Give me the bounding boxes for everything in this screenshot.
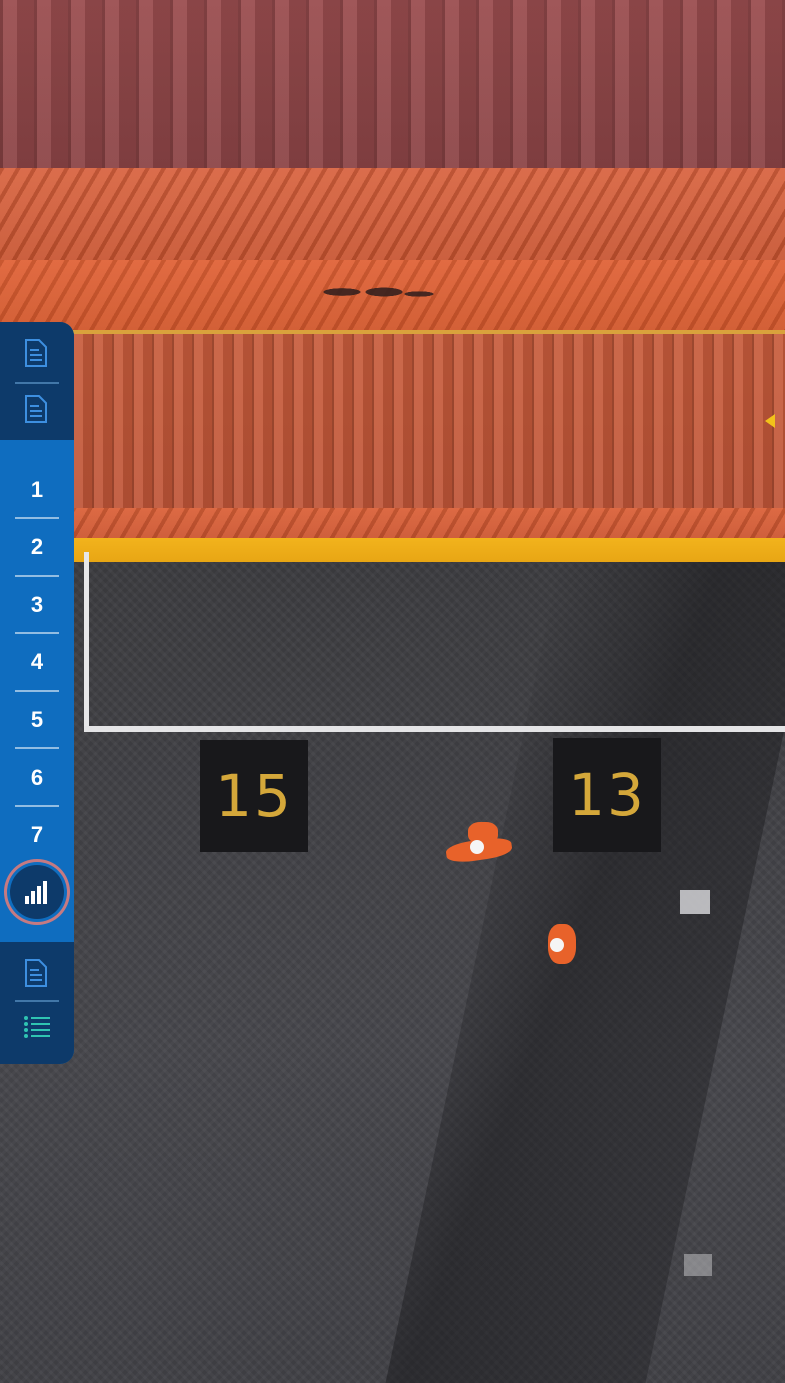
- document-icon[interactable]: [24, 338, 48, 368]
- chart-button-inner: [10, 865, 64, 919]
- background-photo: 15 13: [0, 0, 785, 1383]
- container-orange-1: [0, 168, 785, 260]
- nav-item-3[interactable]: 3: [0, 590, 74, 620]
- container-yellow: [72, 538, 785, 562]
- divider: [15, 1000, 59, 1002]
- divider: [15, 690, 59, 692]
- bay-number-left-text: 15: [215, 762, 293, 830]
- nav-top-section: [0, 322, 74, 440]
- ground-marker: [680, 890, 710, 914]
- ground-marker: [684, 1254, 712, 1276]
- divider: [15, 632, 59, 634]
- document-icon[interactable]: [24, 958, 48, 988]
- nav-item-5[interactable]: 5: [0, 705, 74, 735]
- chart-button[interactable]: [4, 859, 70, 925]
- bay-number-right: 13: [553, 738, 661, 852]
- container-logo: [300, 272, 440, 312]
- container-orange-4: [72, 508, 785, 538]
- document-icon[interactable]: [24, 394, 48, 424]
- divider: [15, 575, 59, 577]
- nav-bottom-section: [0, 942, 74, 1064]
- side-navigation: 1 2 3 4 5 6 7: [0, 322, 74, 1064]
- divider: [15, 517, 59, 519]
- nav-item-7[interactable]: 7: [0, 820, 74, 850]
- bay-number-left: 15: [200, 740, 308, 852]
- bar-chart-icon: [25, 881, 47, 904]
- nav-item-2[interactable]: 2: [0, 532, 74, 562]
- worker-1: [444, 820, 514, 866]
- container-red: [0, 0, 785, 168]
- nav-item-6[interactable]: 6: [0, 763, 74, 793]
- bay-number-right-text: 13: [568, 761, 646, 829]
- container-marker: [765, 414, 775, 428]
- divider: [15, 747, 59, 749]
- divider: [15, 382, 59, 384]
- worker-2: [546, 922, 578, 968]
- divider: [15, 805, 59, 807]
- lane-line-horizontal: [84, 726, 785, 732]
- nav-item-1[interactable]: 1: [0, 475, 74, 505]
- lane-line-vertical: [84, 552, 89, 732]
- container-orange-3: [72, 330, 785, 512]
- list-icon[interactable]: [22, 1012, 52, 1042]
- nav-item-4[interactable]: 4: [0, 647, 74, 677]
